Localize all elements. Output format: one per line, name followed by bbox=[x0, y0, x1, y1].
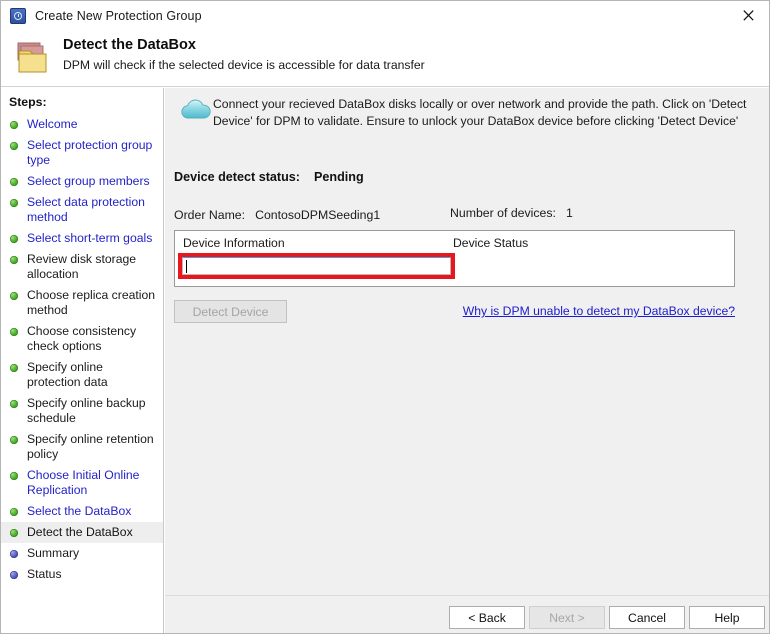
step-complete-bullet-icon bbox=[10, 508, 18, 516]
sidebar-step-label: Summary bbox=[27, 546, 79, 560]
order-name-value: ContosoDPMSeeding1 bbox=[255, 208, 380, 222]
sidebar-step-label: Select data protection method bbox=[27, 195, 145, 224]
number-of-devices-value: 1 bbox=[566, 206, 573, 220]
sidebar-step-label: Select protection group type bbox=[27, 138, 152, 167]
sidebar-step-choose-consistency-check-options: Choose consistency check options bbox=[1, 321, 164, 357]
page-title: Detect the DataBox bbox=[63, 37, 196, 53]
step-complete-bullet-icon bbox=[10, 292, 18, 300]
step-pending-bullet-icon bbox=[10, 571, 18, 579]
sidebar-step-select-protection-group-type[interactable]: Select protection group type bbox=[1, 135, 164, 171]
step-complete-bullet-icon bbox=[10, 529, 18, 537]
sidebar-step-select-short-term-goals[interactable]: Select short-term goals bbox=[1, 228, 164, 249]
sidebar-step-label: Specify online backup schedule bbox=[27, 396, 146, 425]
sidebar-step-specify-online-protection-data: Specify online protection data bbox=[1, 357, 164, 393]
sidebar-step-summary: Summary bbox=[1, 543, 164, 564]
steps-heading: Steps: bbox=[9, 95, 47, 109]
sidebar-step-label: Specify online protection data bbox=[27, 360, 108, 389]
sidebar-step-choose-initial-online-replication[interactable]: Choose Initial Online Replication bbox=[1, 465, 164, 501]
step-complete-bullet-icon bbox=[10, 364, 18, 372]
detect-device-button[interactable]: Detect Device bbox=[174, 300, 287, 323]
content-pane: Connect your recieved DataBox disks loca… bbox=[165, 88, 769, 595]
step-complete-bullet-icon bbox=[10, 121, 18, 129]
app-icon bbox=[10, 8, 26, 24]
sidebar-step-label: Choose consistency check options bbox=[27, 324, 136, 353]
sidebar-step-label: Specify online retention policy bbox=[27, 432, 154, 461]
step-complete-bullet-icon bbox=[10, 142, 18, 150]
close-icon[interactable] bbox=[726, 1, 770, 30]
device-table: Device Information Device Status bbox=[174, 230, 735, 287]
sidebar-step-label: Welcome bbox=[27, 117, 78, 131]
step-complete-bullet-icon bbox=[10, 178, 18, 186]
sidebar-step-label: Review disk storage allocation bbox=[27, 252, 136, 281]
steps-sidebar: Steps: Welcome Select protection group ty… bbox=[1, 88, 164, 634]
sidebar-step-label: Choose replica creation method bbox=[27, 288, 155, 317]
cancel-button[interactable]: Cancel bbox=[609, 606, 685, 629]
step-pending-bullet-icon bbox=[10, 550, 18, 558]
device-detect-status-value: Pending bbox=[314, 170, 364, 184]
window-title: Create New Protection Group bbox=[35, 9, 202, 23]
step-complete-bullet-icon bbox=[10, 328, 18, 336]
sidebar-step-label: Choose Initial Online Replication bbox=[27, 468, 139, 497]
step-complete-bullet-icon bbox=[10, 235, 18, 243]
order-name: Order Name: ContosoDPMSeeding1 bbox=[174, 208, 380, 222]
device-information-highlight bbox=[178, 253, 455, 279]
title-bar: Create New Protection Group bbox=[1, 1, 770, 31]
next-button[interactable]: Next > bbox=[529, 606, 605, 629]
page-subtitle: DPM will check if the selected device is… bbox=[63, 58, 425, 72]
number-of-devices-label: Number of devices: bbox=[450, 206, 556, 220]
number-of-devices: Number of devices: 1 bbox=[450, 206, 573, 220]
device-information-input[interactable] bbox=[182, 257, 451, 275]
back-button[interactable]: < Back bbox=[449, 606, 525, 629]
sidebar-step-select-the-databox[interactable]: Select the DataBox bbox=[1, 501, 164, 522]
info-banner: Connect your recieved DataBox disks loca… bbox=[165, 88, 769, 136]
sidebar-step-label: Detect the DataBox bbox=[27, 525, 133, 539]
sidebar-step-specify-online-retention-policy: Specify online retention policy bbox=[1, 429, 164, 465]
sidebar-step-status: Status bbox=[1, 564, 164, 585]
step-complete-bullet-icon bbox=[10, 199, 18, 207]
order-name-label: Order Name: bbox=[174, 208, 245, 222]
why-unable-to-detect-link[interactable]: Why is DPM unable to detect my DataBox d… bbox=[463, 304, 735, 318]
steps-list: Welcome Select protection group type Selec… bbox=[1, 114, 164, 585]
sidebar-step-review-disk-storage-allocation: Review disk storage allocation bbox=[1, 249, 164, 285]
help-button[interactable]: Help bbox=[689, 606, 765, 629]
column-header-device-information: Device Information bbox=[183, 236, 285, 250]
step-complete-bullet-icon bbox=[10, 400, 18, 408]
folder-icon bbox=[15, 41, 57, 79]
wizard-header: Detect the DataBox DPM will check if the… bbox=[1, 31, 769, 87]
sidebar-step-specify-online-backup-schedule: Specify online backup schedule bbox=[1, 393, 164, 429]
sidebar-step-select-group-members[interactable]: Select group members bbox=[1, 171, 164, 192]
sidebar-step-label: Select group members bbox=[27, 174, 150, 188]
sidebar-step-detect-the-databox: Detect the DataBox bbox=[1, 522, 164, 543]
device-detect-status-label: Device detect status: bbox=[174, 170, 300, 184]
step-complete-bullet-icon bbox=[10, 256, 18, 264]
cloud-icon bbox=[178, 97, 214, 123]
text-caret bbox=[186, 260, 187, 273]
device-detect-status: Device detect status: Pending bbox=[174, 170, 364, 184]
step-complete-bullet-icon bbox=[10, 472, 18, 480]
sidebar-step-label: Select the DataBox bbox=[27, 504, 131, 518]
sidebar-step-choose-replica-creation-method: Choose replica creation method bbox=[1, 285, 164, 321]
sidebar-step-label: Select short-term goals bbox=[27, 231, 152, 245]
info-text: Connect your recieved DataBox disks loca… bbox=[213, 96, 758, 129]
sidebar-step-select-data-protection-method[interactable]: Select data protection method bbox=[1, 192, 164, 228]
step-complete-bullet-icon bbox=[10, 436, 18, 444]
create-protection-group-wizard: Create New Protection Group Detect the D… bbox=[0, 0, 770, 634]
sidebar-step-label: Status bbox=[27, 567, 62, 581]
sidebar-step-welcome[interactable]: Welcome bbox=[1, 114, 164, 135]
wizard-footer: < Back Next > Cancel Help bbox=[165, 595, 769, 634]
column-header-device-status: Device Status bbox=[453, 236, 528, 250]
